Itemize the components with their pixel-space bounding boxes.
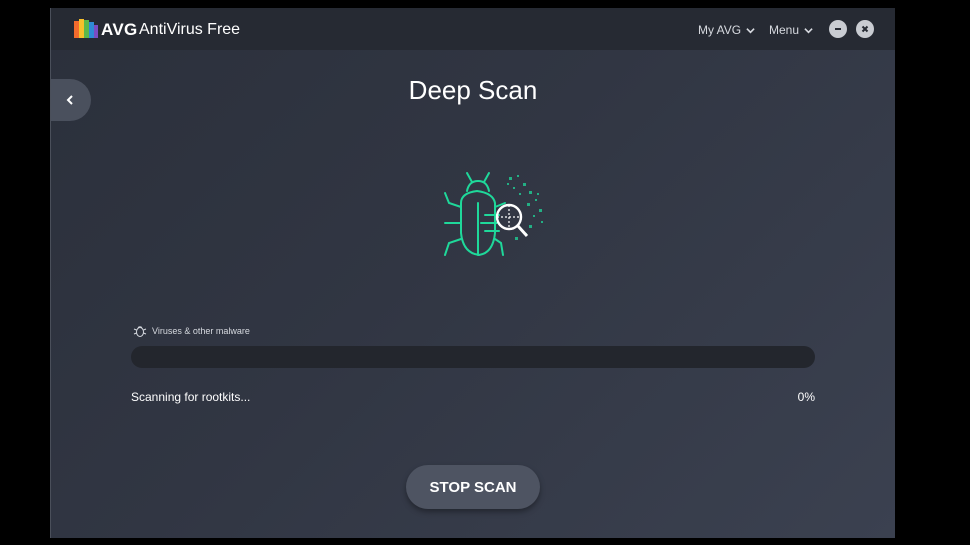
page-title: Deep Scan xyxy=(408,75,538,105)
main-menu[interactable]: Menu xyxy=(769,23,813,37)
bug-scan-icon xyxy=(444,172,543,257)
brand-name: AVG xyxy=(101,20,138,39)
scan-status-text: Scanning for rootkits... xyxy=(131,390,251,404)
scan-category: Viruses & other malware xyxy=(133,324,250,338)
bug-icon xyxy=(133,326,147,337)
scan-category-label: Viruses & other malware xyxy=(152,326,250,336)
scan-progress-bar xyxy=(131,346,815,368)
my-avg-label: My AVG xyxy=(698,23,742,37)
chevron-down-icon xyxy=(804,27,813,33)
app-window: AVG AntiVirus Free My AVG Menu Deep Scan… xyxy=(50,8,895,538)
scan-percent: 0% xyxy=(797,390,815,404)
menu-label: Menu xyxy=(769,23,800,37)
close-icon xyxy=(861,25,869,33)
minus-icon xyxy=(835,28,841,30)
avg-logo-icon xyxy=(74,19,98,38)
chevron-down-icon xyxy=(746,27,755,33)
minimize-button[interactable] xyxy=(829,20,847,38)
product-name: AntiVirus Free xyxy=(139,21,241,38)
close-button[interactable] xyxy=(856,20,874,38)
my-avg-menu[interactable]: My AVG xyxy=(698,23,755,37)
stop-scan-button[interactable]: STOP SCAN xyxy=(406,465,540,509)
title-bar: AVG AntiVirus Free My AVG Menu xyxy=(51,8,895,50)
